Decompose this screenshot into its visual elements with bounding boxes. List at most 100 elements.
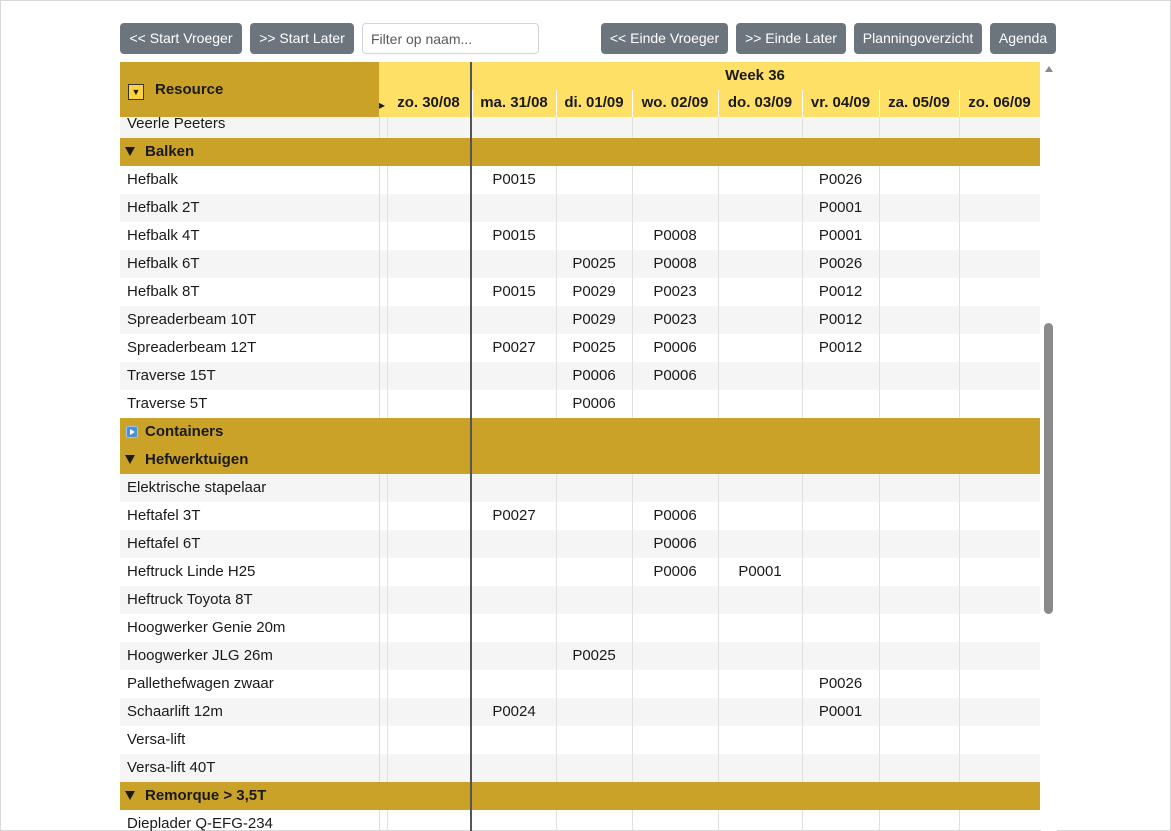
day-cell[interactable] <box>387 698 470 726</box>
day-cell[interactable] <box>632 642 718 670</box>
day-cell[interactable] <box>879 306 959 334</box>
day-cell[interactable] <box>802 502 879 530</box>
day-cell[interactable] <box>632 166 718 194</box>
collapse-triangle-icon[interactable] <box>125 791 135 800</box>
day-cell[interactable] <box>556 166 632 194</box>
day-cell[interactable] <box>632 390 718 418</box>
day-cell[interactable] <box>959 278 1040 306</box>
reservation-cell[interactable]: P0027 <box>472 334 556 362</box>
resource-row[interactable]: Hefbalk 6T P0025 P0008 P0026 <box>120 250 1040 278</box>
reservation-cell[interactable]: P0025 <box>556 250 632 278</box>
reservation-cell[interactable]: P0029 <box>556 306 632 334</box>
reservation-cell[interactable]: P0006 <box>632 558 718 586</box>
resource-row[interactable]: Hefbalk 4T P0015 P0008 P0001 <box>120 222 1040 250</box>
day-cell[interactable] <box>387 642 470 670</box>
resource-row[interactable]: Spreaderbeam 12T P0027 P0025 P0006 P0012 <box>120 334 1040 362</box>
day-cell[interactable] <box>556 474 632 502</box>
resource-row[interactable]: Heftafel 3T P0027 P0006 <box>120 502 1040 530</box>
day-cell[interactable] <box>718 334 802 362</box>
day-cell[interactable] <box>556 726 632 754</box>
day-cell[interactable] <box>387 558 470 586</box>
day-cell[interactable] <box>718 362 802 390</box>
day-cell[interactable] <box>632 754 718 782</box>
day-cell[interactable] <box>718 530 802 558</box>
day-cell[interactable] <box>879 502 959 530</box>
day-cell[interactable] <box>387 222 470 250</box>
day-cell[interactable] <box>959 390 1040 418</box>
collapse-triangle-icon[interactable] <box>125 147 135 156</box>
day-cell[interactable] <box>718 474 802 502</box>
day-cell[interactable] <box>472 474 556 502</box>
day-cell[interactable] <box>879 250 959 278</box>
reservation-cell[interactable]: P0001 <box>802 222 879 250</box>
day-cell[interactable] <box>959 642 1040 670</box>
day-cell[interactable] <box>879 362 959 390</box>
day-cell[interactable] <box>472 250 556 278</box>
resource-group[interactable]: Remorque > 3,5T <box>120 782 1040 810</box>
resource-row[interactable]: Hefbalk 8T P0015 P0029 P0023 P0012 <box>120 278 1040 306</box>
day-cell[interactable] <box>879 558 959 586</box>
day-cell[interactable] <box>802 754 879 782</box>
day-cell[interactable] <box>959 117 1040 138</box>
day-cell[interactable] <box>879 390 959 418</box>
day-cell[interactable] <box>879 642 959 670</box>
day-cell[interactable] <box>802 530 879 558</box>
start-earlier-button[interactable]: << Start Vroeger <box>120 23 242 54</box>
day-cell[interactable] <box>387 502 470 530</box>
resource-row[interactable]: Traverse 5T P0006 <box>120 390 1040 418</box>
day-cell[interactable] <box>879 278 959 306</box>
day-cell[interactable] <box>632 726 718 754</box>
day-cell[interactable] <box>718 670 802 698</box>
day-cell[interactable] <box>879 586 959 614</box>
day-cell[interactable] <box>802 586 879 614</box>
day-cell[interactable] <box>556 754 632 782</box>
day-cell[interactable] <box>718 586 802 614</box>
day-cell[interactable] <box>387 754 470 782</box>
vertical-scrollbar[interactable] <box>1041 62 1057 831</box>
day-cell[interactable] <box>556 502 632 530</box>
day-cell[interactable] <box>632 194 718 222</box>
day-cell[interactable] <box>556 810 632 831</box>
start-later-button[interactable]: >> Start Later <box>250 23 354 54</box>
day-cell[interactable] <box>472 726 556 754</box>
planning-overview-button[interactable]: Planningoverzicht <box>854 23 982 54</box>
day-cell[interactable] <box>472 642 556 670</box>
day-cell[interactable] <box>879 222 959 250</box>
scrollbar-thumb[interactable] <box>1044 323 1053 614</box>
day-cell[interactable] <box>959 670 1040 698</box>
reservation-cell[interactable]: P0006 <box>556 362 632 390</box>
reservation-cell[interactable]: P0024 <box>472 698 556 726</box>
day-cell[interactable] <box>879 670 959 698</box>
day-cell[interactable] <box>959 474 1040 502</box>
day-cell[interactable] <box>387 810 470 831</box>
day-cell[interactable] <box>959 334 1040 362</box>
day-cell[interactable] <box>387 670 470 698</box>
resource-group[interactable]: Containers <box>120 418 1040 446</box>
day-cell[interactable] <box>632 474 718 502</box>
reservation-cell[interactable]: P0012 <box>802 306 879 334</box>
day-cell[interactable] <box>387 250 470 278</box>
resource-group[interactable]: Balken <box>120 138 1040 166</box>
day-cell[interactable] <box>718 726 802 754</box>
day-cell[interactable] <box>802 642 879 670</box>
reservation-cell[interactable]: P0008 <box>632 222 718 250</box>
day-cell[interactable] <box>879 194 959 222</box>
day-cell[interactable] <box>387 117 470 138</box>
day-cell[interactable] <box>472 614 556 642</box>
day-cell[interactable] <box>959 698 1040 726</box>
day-cell[interactable] <box>959 558 1040 586</box>
day-cell[interactable] <box>959 810 1040 831</box>
day-cell[interactable] <box>556 222 632 250</box>
reservation-cell[interactable]: P0006 <box>632 362 718 390</box>
day-cell[interactable] <box>387 474 470 502</box>
day-cell[interactable] <box>718 698 802 726</box>
reservation-cell[interactable]: P0001 <box>802 194 879 222</box>
day-cell[interactable] <box>959 194 1040 222</box>
day-cell[interactable] <box>959 586 1040 614</box>
end-earlier-button[interactable]: << Einde Vroeger <box>601 23 728 54</box>
day-cell[interactable] <box>879 334 959 362</box>
day-cell[interactable] <box>879 474 959 502</box>
resource-row[interactable]: Dieplader Q-EFG-234 <box>120 810 1040 831</box>
day-cell[interactable] <box>472 670 556 698</box>
resource-row[interactable]: Heftafel 6T P0006 <box>120 530 1040 558</box>
